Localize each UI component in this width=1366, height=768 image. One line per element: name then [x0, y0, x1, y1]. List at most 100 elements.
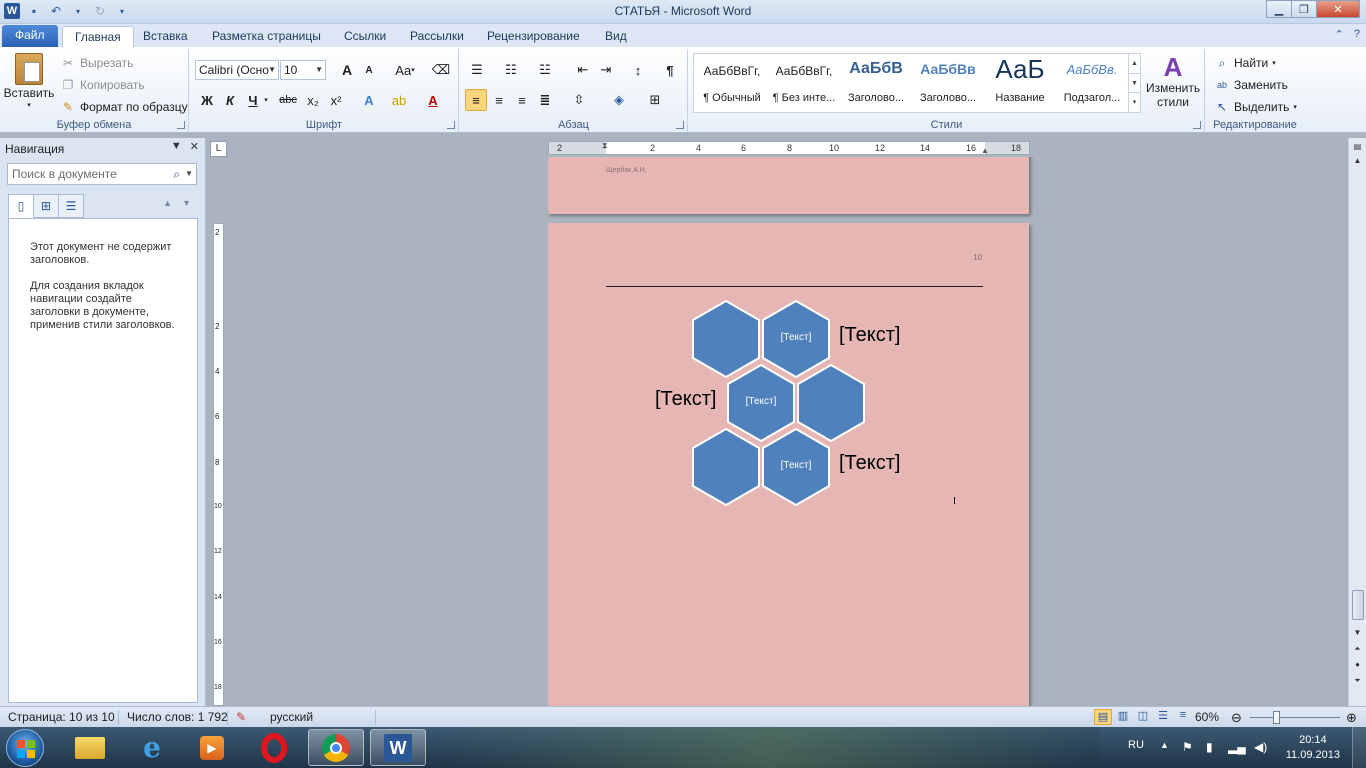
internet-explorer-icon[interactable]: e [124, 729, 180, 766]
network-icon[interactable]: ▂▄ [1228, 740, 1246, 754]
format-painter-button[interactable]: ✎ Формат по образцу [60, 99, 188, 115]
line-spacing-icon[interactable]: ⇳ [568, 89, 590, 111]
pages-view-icon[interactable]: ⊞ [33, 194, 59, 218]
chrome-icon[interactable] [308, 729, 364, 766]
tab-review[interactable]: Рецензирование [475, 26, 592, 47]
page-count-status[interactable]: Страница: 10 из 10 [8, 710, 115, 724]
next-icon[interactable]: ▼ [182, 198, 191, 208]
minimize-button[interactable]: ▁ [1266, 0, 1292, 18]
headings-view-icon[interactable]: ▯ [8, 194, 34, 218]
decrease-indent-icon[interactable]: ⇤ [572, 59, 594, 81]
zoom-level[interactable]: 60% [1195, 710, 1219, 724]
previous-icon[interactable]: ▲ [163, 198, 172, 208]
highlight-icon[interactable]: ab [388, 89, 410, 111]
scroll-up-icon[interactable]: ▲ [1349, 156, 1366, 165]
close-button[interactable]: ✕ [1316, 0, 1360, 18]
volume-icon[interactable]: ◀) [1254, 740, 1267, 754]
paste-button[interactable]: Вставить ▾ [4, 53, 54, 109]
tab-references[interactable]: Ссылки [332, 26, 398, 47]
show-desktop-button[interactable] [1352, 727, 1366, 768]
right-indent-icon[interactable]: ▲ [981, 146, 989, 155]
side-text-3[interactable]: [Текст] [839, 452, 900, 475]
styles-launcher-icon[interactable] [1193, 121, 1201, 129]
increase-indent-icon[interactable]: ⇥ [595, 59, 617, 81]
scroll-down-icon[interactable]: ▼ [1349, 628, 1366, 637]
font-launcher-icon[interactable] [447, 121, 455, 129]
style-title[interactable]: АаБ Название [984, 54, 1056, 112]
style-heading-1[interactable]: АаБбВ Заголово... [840, 54, 912, 112]
grow-font-button[interactable]: A [336, 59, 358, 81]
language-indicator[interactable]: RU [1128, 739, 1144, 751]
tab-insert[interactable]: Вставка [131, 26, 200, 47]
word-taskbar-icon[interactable]: W [370, 729, 426, 766]
clock[interactable]: 20:14 11.09.2013 [1286, 733, 1340, 763]
maximize-button[interactable]: ❐ [1291, 0, 1317, 18]
save-icon[interactable]: ▪ [26, 3, 42, 19]
redo-icon[interactable]: ↻ [92, 3, 108, 19]
nav-search-input[interactable]: Поиск в документе ⌕ ▼ [7, 163, 197, 185]
style-subtitle[interactable]: АаБбВв. Подзагол... [1056, 54, 1128, 112]
hexagon-3-text[interactable]: [Текст] [726, 396, 796, 407]
opera-icon[interactable] [246, 729, 302, 766]
outline-view-icon[interactable]: ☰ [1154, 709, 1172, 725]
tab-home[interactable]: Главная [62, 26, 134, 47]
web-layout-icon[interactable]: ◫ [1134, 709, 1152, 725]
tab-view[interactable]: Вид [593, 26, 639, 47]
help-icon[interactable]: ? [1354, 28, 1360, 41]
style-no-spacing[interactable]: АаБбВвГг, ¶ Без инте... [768, 54, 840, 112]
tab-mailings[interactable]: Рассылки [398, 26, 476, 47]
change-case-button[interactable]: Aa ▾ [390, 59, 420, 81]
zoom-in-icon[interactable]: ⊕ [1346, 710, 1357, 726]
full-screen-reading-icon[interactable]: ▥ [1114, 709, 1132, 725]
battery-icon[interactable]: ▮ [1206, 740, 1213, 754]
underline-dropdown-icon[interactable]: ▾ [260, 89, 272, 111]
search-dropdown-icon[interactable]: ▼ [185, 164, 193, 184]
style-normal[interactable]: АаБбВвГг, ¶ Обычный [696, 54, 768, 112]
replace-button[interactable]: ab Заменить [1214, 77, 1288, 93]
zoom-slider-thumb[interactable] [1273, 711, 1280, 724]
font-name-combo[interactable]: Calibri (Осно ▼ [195, 60, 279, 80]
copy-button[interactable]: ❐ Копировать [60, 77, 145, 93]
scroll-down-icon[interactable]: ▼ [1129, 73, 1140, 92]
hexagon-2-text[interactable]: [Текст] [761, 332, 831, 343]
tab-file[interactable]: Файл [2, 25, 58, 47]
ruler-toggle-icon[interactable]: ▤ [1349, 142, 1366, 151]
customize-qat-icon[interactable]: ▾ [114, 3, 130, 19]
numbering-icon[interactable]: ☷ [500, 59, 522, 81]
bullets-icon[interactable]: ☰ [466, 59, 488, 81]
tab-selector-button[interactable]: L [210, 141, 227, 157]
subscript-button[interactable]: x₂ [302, 89, 324, 111]
undo-dropdown-icon[interactable]: ▾ [70, 3, 86, 19]
results-view-icon[interactable]: ☰ [58, 194, 84, 218]
media-player-icon[interactable]: ▶ [184, 729, 240, 766]
start-button[interactable] [6, 729, 44, 767]
select-browse-object-icon[interactable]: ● [1349, 660, 1366, 669]
nav-close-icon[interactable]: ✕ [190, 140, 199, 153]
side-text-2[interactable]: [Текст] [655, 388, 716, 411]
horizontal-ruler[interactable]: 2 2 4 6 8 10 12 14 16 18 ⧗ ▲ [548, 141, 1030, 155]
proofing-icon[interactable]: ✎ [236, 710, 246, 724]
sort-icon[interactable]: ↕ [627, 59, 649, 81]
borders-icon[interactable]: ⊞ [644, 89, 666, 111]
indent-marker-icon[interactable]: ⧗ [602, 141, 608, 151]
explorer-icon[interactable] [62, 729, 118, 766]
word-logo-icon[interactable]: W [4, 3, 20, 19]
search-icon[interactable]: ⌕ [173, 164, 180, 184]
hexagon-6-text[interactable]: [Текст] [761, 460, 831, 471]
align-left-icon[interactable]: ≡ [465, 89, 487, 111]
show-hidden-icons-icon[interactable]: ▲ [1160, 740, 1169, 750]
paragraph-launcher-icon[interactable] [676, 121, 684, 129]
hexagon-5[interactable] [691, 428, 761, 506]
undo-icon[interactable]: ↶ [48, 3, 64, 19]
shrink-font-button[interactable]: A [358, 59, 380, 81]
vertical-ruler[interactable]: 2 2 4 6 8 10 12 14 16 18 [213, 223, 224, 706]
vertical-scrollbar[interactable]: ▤ ▲ ▼ ⏶ ● ⏷ [1348, 138, 1366, 706]
draft-view-icon[interactable]: ≡ [1174, 709, 1192, 725]
zoom-out-icon[interactable]: ⊖ [1231, 710, 1242, 726]
next-page-icon[interactable]: ⏷ [1349, 676, 1366, 686]
clear-formatting-icon[interactable]: ⌫ [430, 59, 452, 81]
print-layout-view-icon[interactable]: ▤ [1094, 709, 1112, 725]
gallery-scroll[interactable]: ▲ ▼ ▾ [1128, 54, 1140, 112]
bold-button[interactable]: Ж [196, 89, 218, 111]
text-effects-icon[interactable]: A [358, 89, 380, 111]
